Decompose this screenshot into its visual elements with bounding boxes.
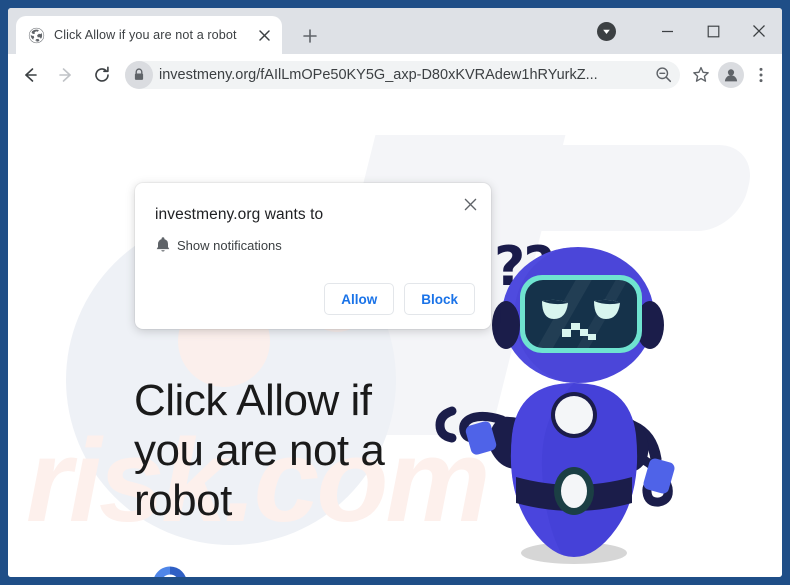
block-button[interactable]: Block bbox=[404, 283, 475, 315]
notification-permission-dialog: investmeny.org wants to Show notificatio… bbox=[135, 183, 491, 329]
reload-button[interactable] bbox=[88, 61, 116, 89]
close-icon[interactable] bbox=[253, 24, 275, 46]
page-title: Click Allow if you are not a robot bbox=[134, 376, 385, 526]
tab-title: Click Allow if you are not a robot bbox=[54, 28, 237, 42]
tab-strip: Click Allow if you are not a robot bbox=[8, 8, 782, 54]
profile-avatar-icon[interactable] bbox=[718, 61, 744, 88]
download-indicator-icon[interactable] bbox=[597, 22, 616, 41]
url-text[interactable]: investmeny.org/fAIlLmOPe50KY5G_axp-D80xK… bbox=[159, 67, 642, 83]
zoom-out-icon[interactable] bbox=[650, 62, 676, 88]
close-icon[interactable] bbox=[457, 191, 483, 217]
dialog-title: investmeny.org wants to bbox=[155, 206, 324, 223]
back-button[interactable] bbox=[16, 61, 44, 89]
new-tab-button[interactable] bbox=[296, 22, 324, 50]
dialog-actions: Allow Block bbox=[324, 283, 475, 315]
close-window-button[interactable] bbox=[736, 8, 782, 54]
minimize-button[interactable] bbox=[644, 8, 690, 54]
window-frame: Click Allow if you are not a robot inves… bbox=[0, 0, 790, 585]
permission-label: Show notifications bbox=[177, 238, 282, 253]
globe-icon bbox=[28, 27, 45, 44]
forward-button[interactable] bbox=[52, 61, 80, 89]
chrome-menu-icon[interactable] bbox=[746, 60, 776, 90]
bell-icon bbox=[155, 236, 171, 258]
page-viewport: risk.com ?? Click Allow if you are not a… bbox=[8, 95, 782, 577]
maximize-button[interactable] bbox=[690, 8, 736, 54]
permission-row: Show notifications bbox=[155, 237, 282, 253]
bookmark-star-icon[interactable] bbox=[686, 60, 716, 90]
lock-icon[interactable] bbox=[125, 60, 153, 89]
address-bar[interactable]: investmeny.org/fAIlLmOPe50KY5G_axp-D80xK… bbox=[125, 60, 680, 89]
browser-toolbar: investmeny.org/fAIlLmOPe50KY5G_axp-D80xK… bbox=[8, 54, 782, 95]
window-controls bbox=[644, 8, 782, 54]
browser-tab-active[interactable]: Click Allow if you are not a robot bbox=[16, 16, 282, 54]
allow-button[interactable]: Allow bbox=[324, 283, 395, 315]
captcha-logo: E-CAPTCHA bbox=[136, 561, 204, 577]
browser-window: Click Allow if you are not a robot inves… bbox=[8, 8, 782, 577]
